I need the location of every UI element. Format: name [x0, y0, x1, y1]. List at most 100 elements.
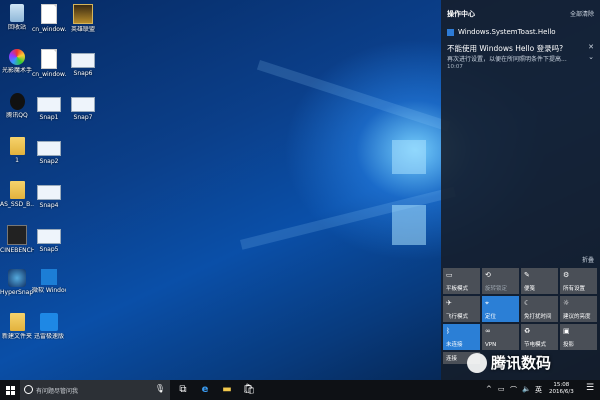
quick-action-tile[interactable]: ☾ 免打扰时间 [521, 296, 558, 322]
quick-action-label: 免打扰时间 [524, 314, 552, 320]
desktop-icon-label: Snap4 [39, 202, 59, 209]
quick-action-tile[interactable]: ⌖ 定位 [482, 296, 519, 322]
notification-app-name: Windows.SystemToast.Hello [447, 28, 556, 36]
desktop-icon-label: Snap6 [73, 70, 93, 77]
image-file-icon [37, 141, 61, 156]
quick-action-tile[interactable]: ☼ 建议的亮度 [560, 296, 597, 322]
action-center-panel: 操作中心 全部清除 Windows.SystemToast.Hello 不能使用… [441, 0, 600, 380]
desktop-icon[interactable]: Snap1 [32, 93, 66, 121]
notification-title[interactable]: 不能使用 Windows Hello 登录吗? [447, 43, 563, 54]
desktop-icon[interactable]: 腾讯QQ [0, 93, 34, 119]
desktop-icon-label: Snap2 [39, 158, 59, 165]
desktop-icon-label: 回收站 [7, 24, 26, 31]
ime-indicator[interactable]: 英 [535, 385, 542, 395]
battery-icon[interactable]: ▭ [498, 385, 505, 393]
desktop-icon-label: cn_window... [32, 71, 66, 78]
desktop-icon-label: 1 [15, 157, 19, 164]
window-pane [392, 205, 426, 245]
desktop-icon[interactable]: AS_SSD_B... [0, 181, 34, 208]
desktop-icon[interactable]: Snap7 [66, 93, 100, 121]
quick-action-tile[interactable]: ⚙ 所有设置 [560, 268, 597, 294]
desktop-icon-label: cn_window... [32, 26, 66, 33]
quick-action-tile[interactable]: ∞ VPN [482, 324, 519, 350]
clock[interactable]: 15:08 2016/6/3 [549, 382, 574, 396]
desktop-icon[interactable]: Snap2 [32, 137, 66, 165]
tablet-mode-icon: ▭ [446, 271, 453, 279]
desktop-icon[interactable]: Snap6 [66, 49, 100, 77]
clear-all-link[interactable]: 全部清除 [570, 9, 594, 18]
quick-action-label: 未连接 [446, 342, 463, 348]
task-view-icon[interactable]: ⧉ [176, 383, 190, 397]
chevron-up-icon[interactable]: ^ [486, 385, 492, 393]
quick-action-tile[interactable]: ᛒ 未连接 [443, 324, 480, 350]
quick-action-label: 节电模式 [524, 342, 547, 348]
hypersnap-icon [8, 269, 26, 287]
quick-action-tile[interactable]: ▣ 投影 [560, 324, 597, 350]
quick-action-tile[interactable]: ✈ 飞行模式 [443, 296, 480, 322]
taskbar: 有问题尽管问我 🎙 ⧉ e ▬ 🛍 ^ ▭ ⌒ 🔈 英 15:08 2016/6… [0, 380, 600, 400]
app-icon [447, 28, 454, 36]
desktop-icon[interactable]: cn_window... [32, 4, 66, 33]
close-icon[interactable]: ✕ [588, 43, 594, 51]
start-button[interactable] [0, 380, 20, 400]
desktop-icon[interactable]: cn_window... [32, 49, 66, 78]
quick-action-tile[interactable]: ⟲ 旋转锁定 [482, 268, 519, 294]
collapse-link[interactable]: 折叠 [582, 255, 594, 264]
desktop-icon[interactable]: 回收站 [0, 4, 34, 31]
store-icon[interactable]: 🛍 [242, 383, 256, 397]
action-center-title: 操作中心 [447, 10, 475, 18]
chevron-down-icon[interactable]: ⌄ [588, 53, 594, 61]
desktop-icon[interactable]: 光影魔术手 [0, 49, 34, 74]
light-beam [256, 60, 451, 132]
project-icon: ▣ [563, 327, 570, 335]
notification-body[interactable]: 再次进行设置，以便在所同照明条件下提高... [447, 54, 581, 63]
desktop-icon-label: 新建文件夹 [1, 333, 32, 340]
quick-action-tile[interactable]: ♻ 节电模式 [521, 324, 558, 350]
image-file-icon [37, 229, 61, 244]
desktop-icon[interactable]: 微软 Windows ... [32, 269, 66, 294]
desktop-icon[interactable]: 迅雷极速版 [32, 313, 66, 340]
watermark-text: 腾讯数码 [491, 354, 552, 372]
folder-icon [9, 137, 25, 155]
search-placeholder: 有问题尽管问我 [36, 388, 79, 395]
clock-date: 2016/6/3 [549, 389, 574, 395]
note-icon: ✎ [524, 271, 530, 279]
network-icon[interactable]: ⌒ [510, 385, 517, 395]
desktop-icon[interactable]: HyperSnap 6 [0, 269, 34, 296]
image-file-icon [71, 97, 95, 112]
quick-action-label: 平板模式 [446, 286, 469, 292]
windows-logo-icon [6, 386, 10, 390]
quick-action-label: 建议的亮度 [563, 314, 591, 320]
folder-icon [9, 313, 25, 331]
volume-icon[interactable]: 🔈 [522, 385, 531, 393]
battery-saver-icon: ♻ [524, 327, 531, 335]
document-icon [41, 4, 57, 24]
notification-time: 10:07 [447, 64, 463, 70]
league-of-legends-icon [73, 4, 93, 24]
notification-icon[interactable]: ☰ [583, 383, 597, 397]
image-file-icon [37, 97, 61, 112]
file-explorer-icon[interactable]: ▬ [220, 383, 234, 397]
edge-browser-icon[interactable]: e [198, 383, 212, 397]
desktop-icon[interactable]: Snap5 [32, 225, 66, 253]
quick-action-tile[interactable]: ✎ 便笺 [521, 268, 558, 294]
quick-action-label: 飞行模式 [446, 314, 469, 320]
cortana-search-box[interactable]: 有问题尽管问我 🎙 [20, 380, 170, 400]
quick-action-label: 定位 [485, 314, 497, 320]
window-pane [392, 140, 426, 174]
desktop-icon[interactable]: CINEBENCH R15 [0, 225, 34, 254]
desktop-icon-label: AS_SSD_B... [0, 201, 34, 208]
microphone-icon[interactable]: 🎙 [155, 384, 165, 393]
recycle-bin-icon [10, 4, 24, 22]
quick-action-tile[interactable]: ▭ 平板模式 [443, 268, 480, 294]
desktop-icon[interactable]: Snap4 [32, 181, 66, 209]
desktop-icon-label: 光影魔术手 [1, 67, 32, 74]
desktop-icon[interactable]: 英雄联盟 [66, 4, 100, 33]
clock-time: 15:08 [553, 382, 570, 388]
watermark-logo [467, 353, 487, 373]
desktop-icon-label: 微软 Windows ... [32, 287, 66, 294]
desktop-icon[interactable]: 新建文件夹 [0, 313, 34, 340]
desktop-icon[interactable]: 1 [0, 137, 34, 164]
image-file-icon [37, 185, 61, 200]
disc-app-icon [9, 49, 25, 65]
